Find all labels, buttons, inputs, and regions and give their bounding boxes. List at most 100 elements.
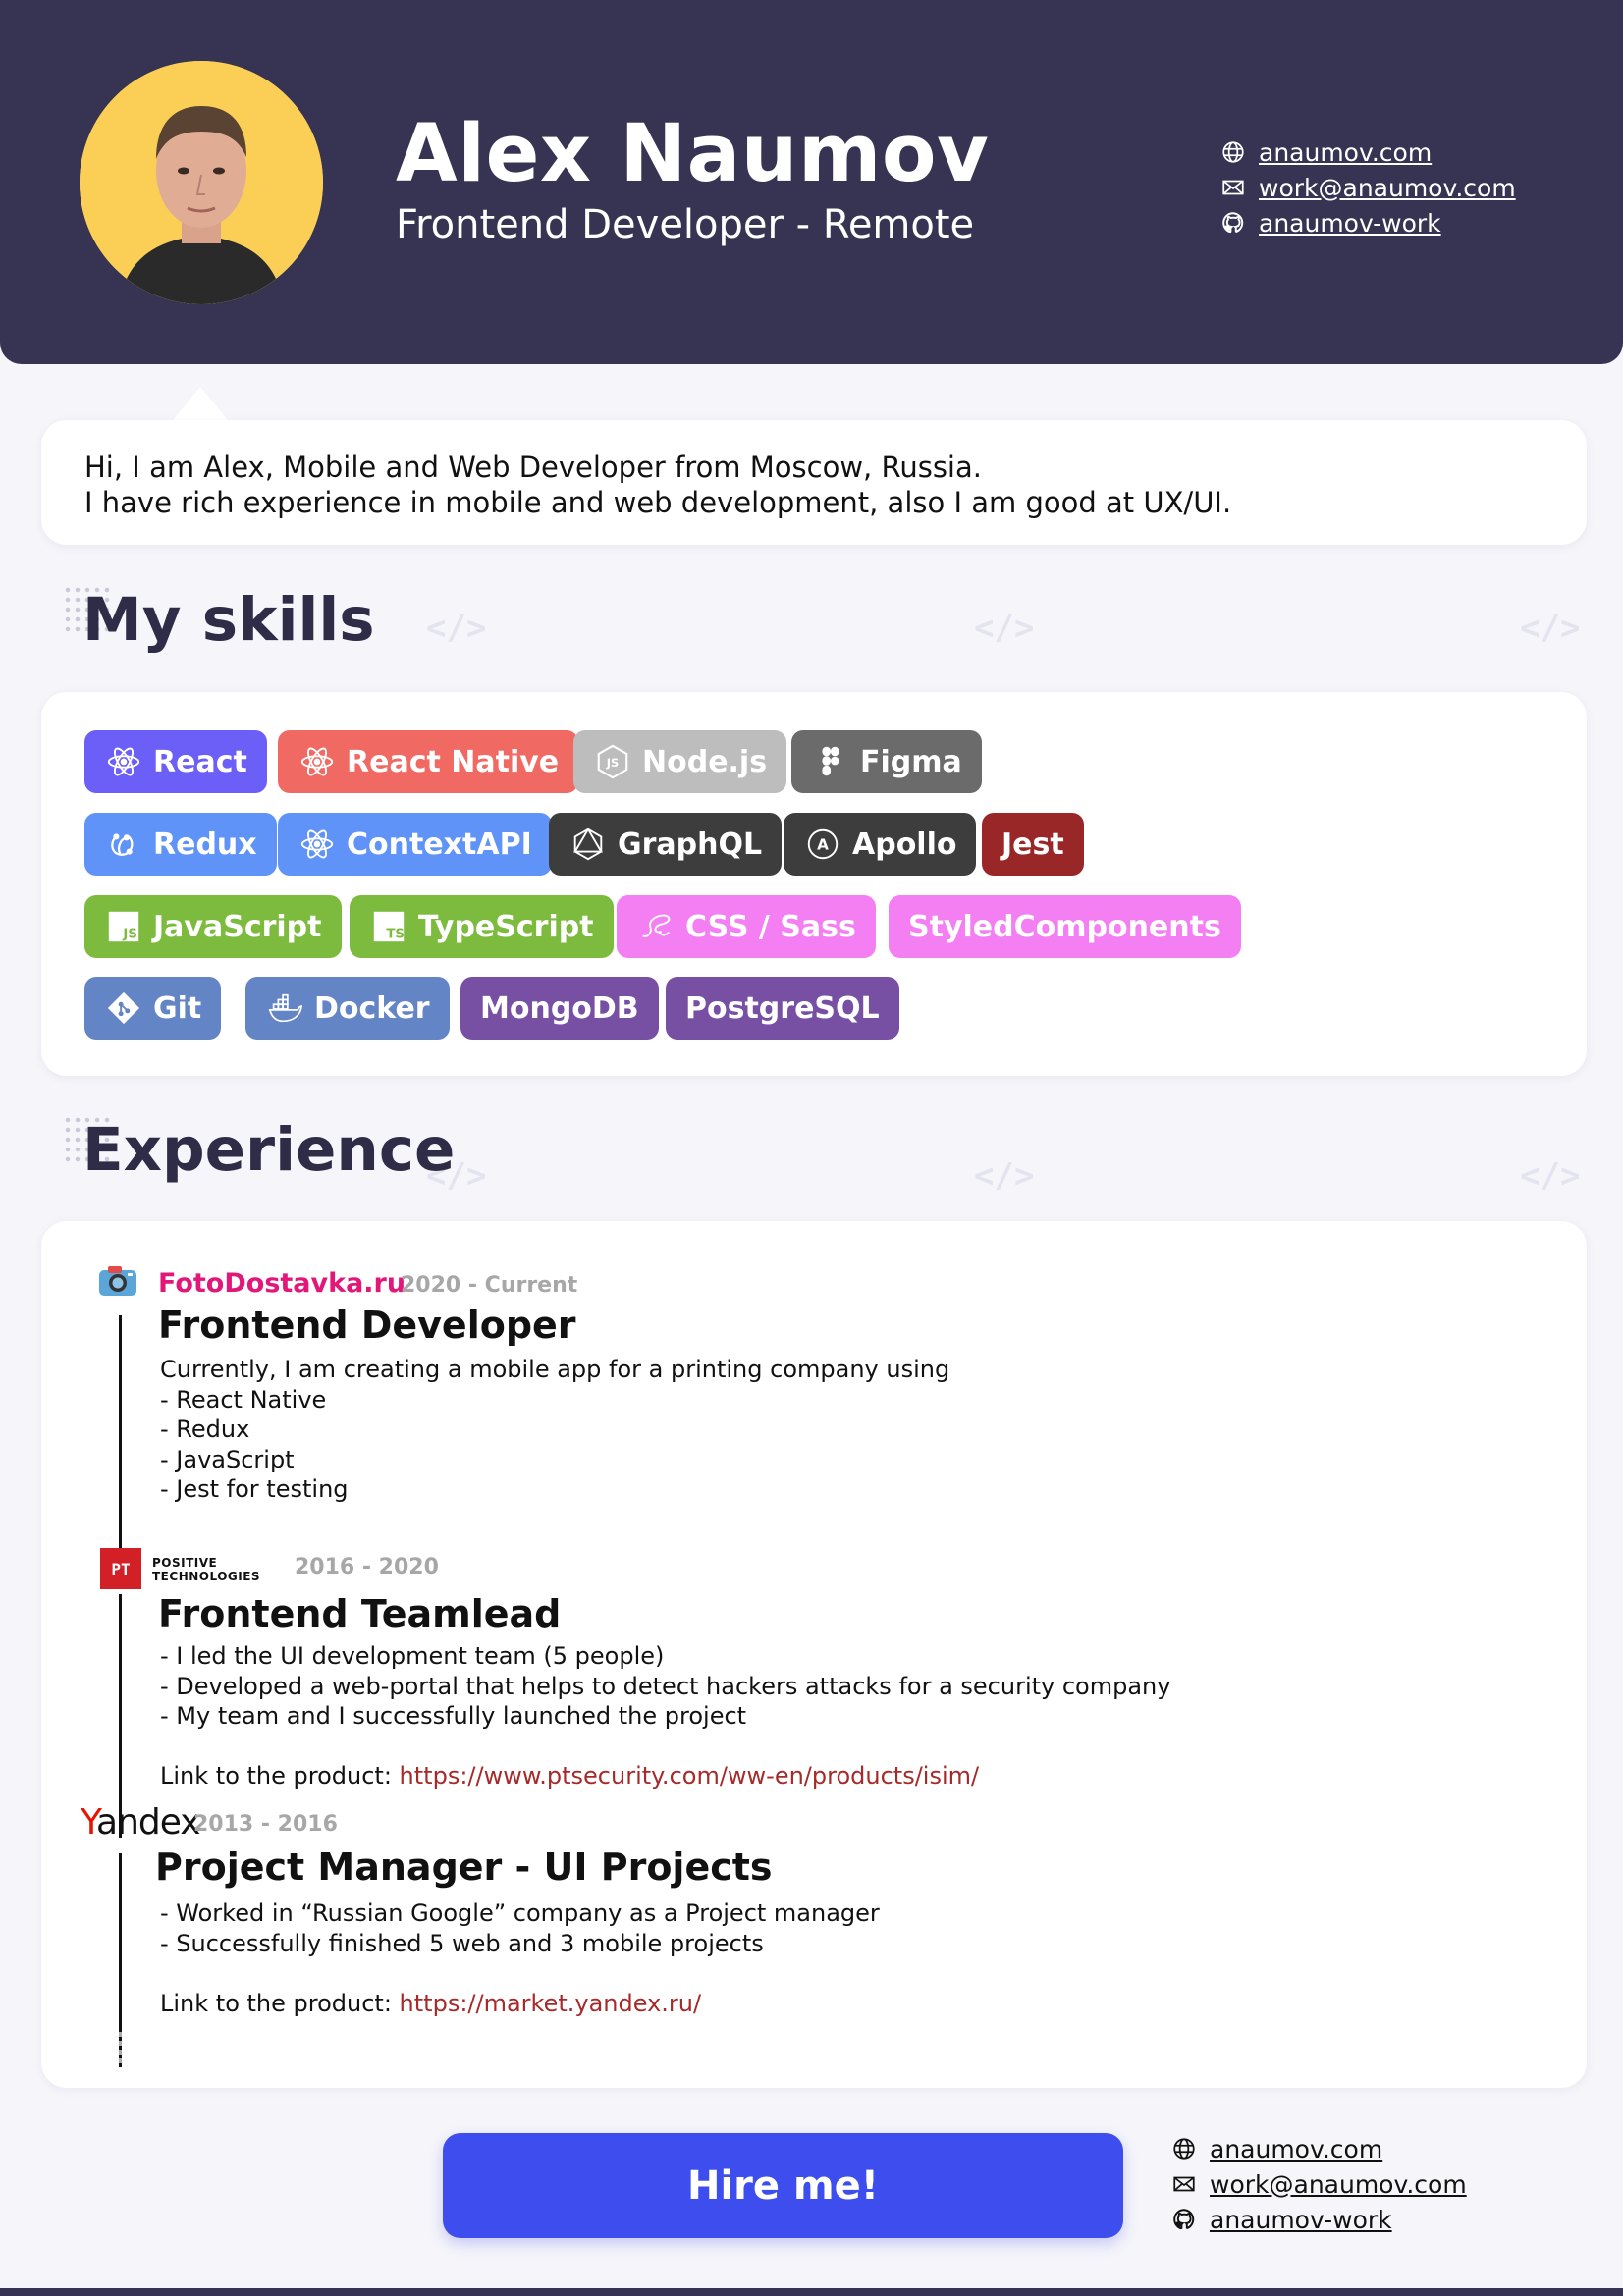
svg-text:TS: TS bbox=[386, 927, 405, 941]
job-description: - Worked in “Russian Google” company as … bbox=[160, 1898, 880, 2018]
svg-text:JS: JS bbox=[122, 927, 137, 941]
experience-title: Experience bbox=[82, 1115, 456, 1185]
timeline-line bbox=[119, 1594, 122, 1838]
job-title: Frontend Developer bbox=[158, 1304, 576, 1347]
job-line: - React Native bbox=[160, 1385, 327, 1414]
timeline-line bbox=[119, 1315, 122, 1575]
company-name-line: POSITIVE bbox=[152, 1556, 218, 1570]
svg-text:JS: JS bbox=[606, 756, 619, 770]
job-line: - Jest for testing bbox=[160, 1475, 349, 1503]
react-icon bbox=[104, 742, 143, 781]
job-description: Currently, I am creating a mobile app fo… bbox=[160, 1355, 949, 1505]
skill-chip-react: React bbox=[84, 730, 267, 793]
skill-label: Node.js bbox=[642, 744, 768, 779]
job-title: Project Manager - UI Projects bbox=[155, 1845, 773, 1889]
contact-website: anaumov.com bbox=[1170, 2131, 1467, 2166]
skill-chip-docker: Docker bbox=[245, 977, 450, 1040]
job-line: - I led the UI development team (5 peopl… bbox=[160, 1642, 665, 1670]
yandex-logo-initial: Y bbox=[81, 1802, 97, 1842]
job-line: - My team and I successfully launched th… bbox=[160, 1702, 747, 1730]
job-link-row: Link to the product: https://www.ptsecur… bbox=[160, 1761, 1170, 1791]
hire-me-button[interactable]: Hire me! bbox=[443, 2133, 1123, 2238]
skill-chip-postgresql: PostgreSQL bbox=[666, 977, 899, 1040]
skill-chip-javascript: JS JavaScript bbox=[84, 895, 342, 958]
yandex-logo: Yandex bbox=[81, 1802, 201, 1842]
skill-label: StyledComponents bbox=[908, 909, 1221, 944]
job-period: 2016 - 2020 bbox=[295, 1555, 439, 1579]
globe-icon bbox=[1219, 138, 1247, 166]
skill-chip-contextapi: ContextAPI bbox=[278, 813, 552, 876]
skill-chip-apollo: A Apollo bbox=[784, 813, 977, 876]
skill-label: Docker bbox=[314, 990, 430, 1026]
product-link[interactable]: https://www.ptsecurity.com/ww-en/product… bbox=[400, 1762, 980, 1789]
person-name: Alex Naumov bbox=[396, 108, 990, 200]
redux-icon bbox=[104, 825, 143, 864]
skill-label: TypeScript bbox=[418, 909, 594, 944]
skill-chip-typescript: TS TypeScript bbox=[350, 895, 614, 958]
skill-chip-jest: Jest bbox=[982, 813, 1084, 876]
code-decoration-icon: </> bbox=[974, 609, 1035, 648]
github-icon bbox=[1219, 209, 1247, 237]
svg-text:A: A bbox=[817, 836, 829, 854]
skill-chip-git: Git bbox=[84, 977, 222, 1040]
skill-chip-react-native: React Native bbox=[278, 730, 579, 793]
skill-label: Jest bbox=[1001, 827, 1064, 862]
job-line: - Successfully finished 5 web and 3 mobi… bbox=[160, 1929, 764, 1957]
skill-label: Apollo bbox=[852, 827, 957, 862]
skill-chip-styledcomponents: StyledComponents bbox=[889, 895, 1241, 958]
job-description: - I led the UI development team (5 peopl… bbox=[160, 1641, 1170, 1791]
code-decoration-icon: </> bbox=[1520, 609, 1581, 648]
skill-chip-mongodb: MongoDB bbox=[460, 977, 659, 1040]
website-link[interactable]: anaumov.com bbox=[1259, 138, 1432, 167]
contact-email: work@anaumov.com bbox=[1170, 2166, 1467, 2202]
job-period: 2020 - Current bbox=[401, 1273, 578, 1298]
github-link[interactable]: anaumov-work bbox=[1259, 209, 1441, 238]
experience-card: FotoDostavka.ru 2020 - Current Frontend … bbox=[41, 1221, 1587, 2088]
react-icon bbox=[298, 742, 337, 781]
skill-label: MongoDB bbox=[480, 990, 639, 1026]
company-name: FotoDostavka.ru bbox=[158, 1268, 406, 1299]
website-link[interactable]: anaumov.com bbox=[1210, 2135, 1382, 2163]
graphql-icon bbox=[568, 825, 608, 864]
company-name-line: TECHNOLOGIES bbox=[152, 1570, 261, 1583]
globe-icon bbox=[1170, 2135, 1198, 2163]
intro-line-1: Hi, I am Alex, Mobile and Web Developer … bbox=[84, 451, 982, 484]
avatar bbox=[80, 61, 323, 304]
contact-website: anaumov.com bbox=[1219, 134, 1516, 170]
skill-label: React bbox=[153, 744, 247, 779]
nodejs-icon: JS bbox=[593, 742, 632, 781]
bottom-bar bbox=[0, 2288, 1623, 2296]
github-link[interactable]: anaumov-work bbox=[1210, 2206, 1392, 2234]
pt-logo: PT bbox=[100, 1548, 141, 1589]
skill-chip-figma: Figma bbox=[791, 730, 982, 793]
code-decoration-icon: </> bbox=[1520, 1156, 1581, 1196]
job-line: Currently, I am creating a mobile app fo… bbox=[160, 1356, 950, 1383]
contact-email: work@anaumov.com bbox=[1219, 170, 1516, 205]
js-icon: JS bbox=[104, 907, 143, 946]
skill-label: Figma bbox=[860, 744, 962, 779]
skill-label: JavaScript bbox=[153, 909, 322, 944]
header: Alex Naumov Frontend Developer - Remote … bbox=[0, 0, 1623, 364]
skills-card: React React Native JS Node.js Figma Redu… bbox=[41, 692, 1587, 1076]
email-link[interactable]: work@anaumov.com bbox=[1210, 2170, 1467, 2199]
contact-github: anaumov-work bbox=[1219, 205, 1516, 240]
header-contacts: anaumov.com work@anaumov.com anaumov-wor… bbox=[1219, 134, 1516, 240]
code-decoration-icon: </> bbox=[974, 1156, 1035, 1196]
email-link[interactable]: work@anaumov.com bbox=[1259, 174, 1516, 202]
react-icon bbox=[298, 825, 337, 864]
product-link[interactable]: https://market.yandex.ru/ bbox=[400, 1990, 702, 2017]
link-label: Link to the product: bbox=[160, 1989, 400, 2017]
job-line: - Developed a web-portal that helps to d… bbox=[160, 1672, 1171, 1700]
skill-chip-nodejs: JS Node.js bbox=[573, 730, 787, 793]
skill-label: GraphQL bbox=[618, 827, 763, 862]
mail-icon bbox=[1170, 2170, 1198, 2198]
job-period: 2013 - 2016 bbox=[193, 1812, 338, 1837]
profile-photo bbox=[80, 61, 323, 304]
intro-line-2: I have rich experience in mobile and web… bbox=[84, 486, 1232, 519]
docker-icon bbox=[265, 988, 304, 1028]
intro-card: Hi, I am Alex, Mobile and Web Developer … bbox=[41, 420, 1587, 545]
contact-github: anaumov-work bbox=[1170, 2202, 1467, 2237]
camera-icon bbox=[98, 1264, 137, 1298]
